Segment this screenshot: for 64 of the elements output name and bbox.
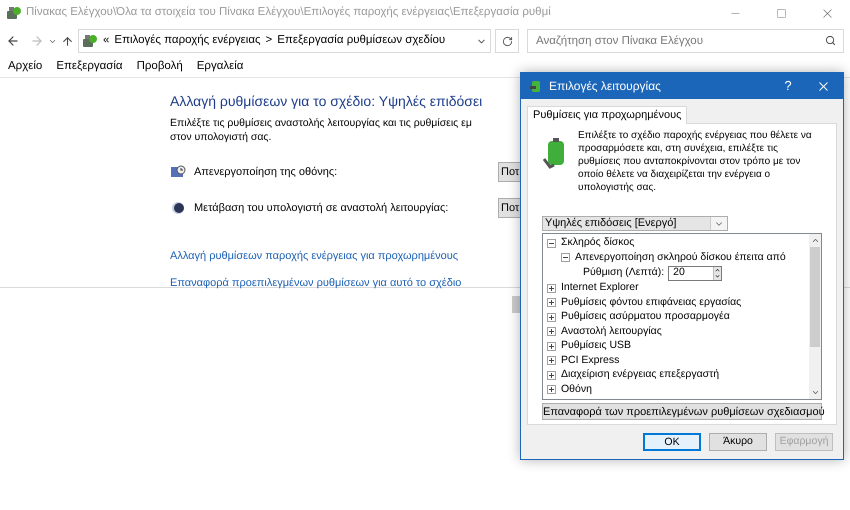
- menu-item[interactable]: Επεξεργασία: [56, 58, 123, 76]
- breadcrumb[interactable]: Επιλογές παροχής ενέργειας: [114, 32, 261, 50]
- spin-down-icon[interactable]: [714, 273, 722, 280]
- refresh-button[interactable]: [495, 29, 519, 53]
- breadcrumb-overflow[interactable]: «: [103, 32, 110, 50]
- breadcrumb-separator: >: [266, 33, 272, 48]
- refresh-icon[interactable]: [502, 36, 512, 46]
- collapse-icon[interactable]: [547, 238, 556, 248]
- collapse-icon[interactable]: [561, 253, 570, 262]
- expand-icon[interactable]: [547, 370, 556, 380]
- tree-item[interactable]: Internet Explorer: [561, 280, 639, 296]
- link[interactable]: Αλλαγή ρυθμίσεων παροχής ενέργειας για προχωρημένους: [170, 248, 458, 264]
- control-panel-icon: [6, 5, 22, 21]
- scroll-down-icon[interactable]: [810, 388, 820, 397]
- expand-icon[interactable]: [547, 312, 556, 322]
- tree-setting-label: Ρύθμιση (Λεπτά):: [583, 265, 664, 280]
- tree-item[interactable]: Ρυθμίσεις φόντου επιφάνειας εργασίας: [561, 294, 742, 311]
- tree-item[interactable]: Ρυθμίσεις ασύρματου προσαρμογέα: [561, 309, 730, 326]
- setting-dropdown[interactable]: Ποτ: [498, 198, 522, 218]
- dialog-button[interactable]: Άκυρο: [709, 433, 767, 451]
- spin-up-icon[interactable]: [714, 266, 722, 273]
- window-title: Πίνακας Ελέγχου\Όλα τα στοιχεία του Πίνακα Ελέγχου\Επιλογές παροχής ενέργειας\Επεξεργασία ρυθμί: [26, 5, 551, 20]
- expand-icon[interactable]: [547, 356, 556, 366]
- page-description: Επιλέξτε τις ρυθμίσεις αναστολής λειτουργίας και τις ρυθμίσεις εμ στον υπολογιστή σας.: [170, 116, 472, 144]
- up-icon[interactable]: [61, 34, 74, 48]
- tab[interactable]: Ρυθμίσεις για προχωρημένους: [527, 106, 688, 124]
- menu-item[interactable]: Αρχείο: [8, 58, 42, 76]
- scrollbar[interactable]: [809, 234, 821, 399]
- expand-icon[interactable]: [547, 342, 556, 351]
- tree-item[interactable]: Αναστολή λειτουργίας: [561, 324, 662, 340]
- tree-item[interactable]: PCI Express: [561, 352, 620, 369]
- tree-item[interactable]: Οθόνη: [561, 382, 592, 398]
- monitor-clock-icon: [170, 164, 186, 180]
- menu-item[interactable]: Εργαλεία: [196, 58, 244, 76]
- minutes-spinner[interactable]: 20: [668, 266, 722, 280]
- search-field[interactable]: Αναζήτηση στον Πίνακα Ελέγχου: [527, 29, 844, 53]
- tree-item[interactable]: Διαχείριση ενέργειας επεξεργαστή: [561, 367, 720, 384]
- address-bar[interactable]: « Επιλογές παροχής ενέργειας > Επεξεργασία ρυθμίσεων σχεδίου: [78, 29, 491, 53]
- dialog-intro: Επιλέξτε το σχέδιο παροχής ενέργειας που θέλετε να προσαρμόσετε και, στη συνέχεια, επιλέξτε τις ρυθμίσεις που ανταποκρίνονται στον τρόπο με τον οποίο θέλετε να διαχειρίζεται την ενέργεια ο υπολογιστής σας.: [578, 129, 813, 194]
- search-icon[interactable]: [825, 35, 836, 46]
- restore-defaults-button[interactable]: Επαναφορά των προεπιλεγμένων ρυθμίσεων σχεδιασμού: [542, 403, 822, 420]
- expand-icon[interactable]: [547, 385, 556, 394]
- help-button[interactable]: ?: [773, 76, 803, 96]
- tree-item[interactable]: Απενεργοποίηση σκληρού δίσκου έπειτα από: [575, 250, 786, 266]
- menu-item[interactable]: Προβολή: [136, 58, 183, 76]
- expand-icon[interactable]: [547, 284, 556, 293]
- page-heading: Αλλαγή ρυθμίσεων για το σχέδιο: Υψηλές επιδόσει: [170, 92, 484, 111]
- back-icon[interactable]: [6, 34, 20, 48]
- tree-item[interactable]: Ρυθμίσεις USB: [561, 338, 632, 354]
- scroll-up-icon[interactable]: [810, 236, 820, 245]
- moon-icon: [170, 200, 186, 216]
- setting-label: Μετάβαση του υπολογιστή σε αναστολή λειτουργίας:: [194, 200, 450, 216]
- expand-icon[interactable]: [547, 327, 556, 336]
- control-panel-icon: [82, 33, 98, 49]
- link[interactable]: Επαναφορά προεπιλεγμένων ρυθμίσεων για αυτό το σχέδιο: [170, 274, 462, 291]
- breadcrumb[interactable]: Επεξεργασία ρυθμίσεων σχεδίου: [277, 32, 446, 50]
- setting-label: Απενεργοποίηση της οθόνης:: [194, 164, 338, 180]
- battery-plug-icon: [529, 79, 543, 93]
- dialog-button[interactable]: OK: [643, 433, 701, 451]
- setting-dropdown[interactable]: Ποτ: [498, 162, 522, 182]
- expand-icon[interactable]: [547, 298, 556, 308]
- tree-item[interactable]: Σκληρός δίσκος: [561, 235, 634, 252]
- dialog-title: Επιλογές λειτουργίας: [549, 78, 661, 95]
- plan-dropdown[interactable]: Υψηλές επιδόσεις [Ενεργό]: [542, 216, 728, 231]
